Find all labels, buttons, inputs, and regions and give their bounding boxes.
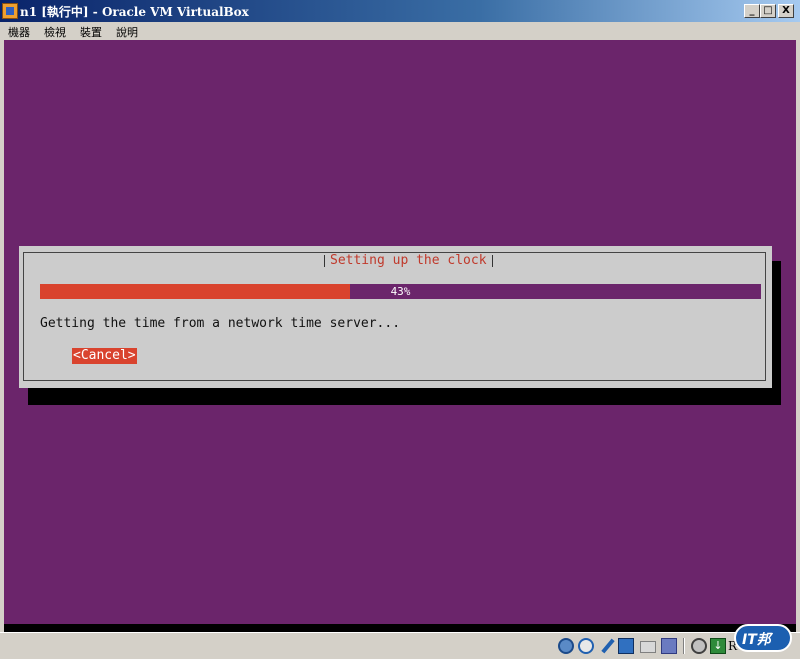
installer-dialog: Setting up the clock 43% Getting the tim… [19,246,772,388]
cancel-button[interactable]: <Cancel> [72,348,137,364]
network-icon[interactable] [618,638,634,654]
close-button[interactable]: X [778,4,794,18]
status-bar: ↓ R [0,632,800,659]
watermark-logo: IT邦 [734,624,792,652]
menu-view[interactable]: 檢視 [44,24,66,40]
status-message: Getting the time from a network time ser… [40,316,401,331]
watermark-text: IT邦 [742,632,771,648]
menu-devices[interactable]: 裝置 [80,24,102,40]
usb-icon[interactable] [601,638,615,654]
vm-display[interactable]: Setting up the clock 43% Getting the tim… [4,40,796,632]
virtualbox-app-icon[interactable] [2,3,18,19]
dialog-title: Setting up the clock [324,253,493,269]
dialog-frame: Setting up the clock 43% Getting the tim… [23,252,766,381]
minimize-button[interactable]: _ [744,4,760,18]
status-separator [683,638,685,654]
menu-help[interactable]: 說明 [116,24,138,40]
cpu-icon[interactable] [691,638,707,654]
maximize-button[interactable]: □ [760,4,776,18]
progress-bar: 43% [40,284,761,299]
optical-drive-icon[interactable] [578,638,594,654]
window-title-bar[interactable]: n1 [執行中] - Oracle VM VirtualBox _ □ X [0,0,800,22]
vm-bottom-strip [4,624,796,632]
video-capture-icon[interactable] [661,638,677,654]
progress-label: 43% [390,285,411,298]
menu-machine[interactable]: 機器 [8,24,30,40]
shared-folder-icon[interactable] [640,641,656,653]
hard-disk-icon[interactable] [558,638,574,654]
window-title: n1 [執行中] - Oracle VM VirtualBox [20,5,249,19]
mouse-integration-icon[interactable]: ↓ [710,638,726,654]
menu-bar: 機器 檢視 裝置 說明 [0,22,800,40]
